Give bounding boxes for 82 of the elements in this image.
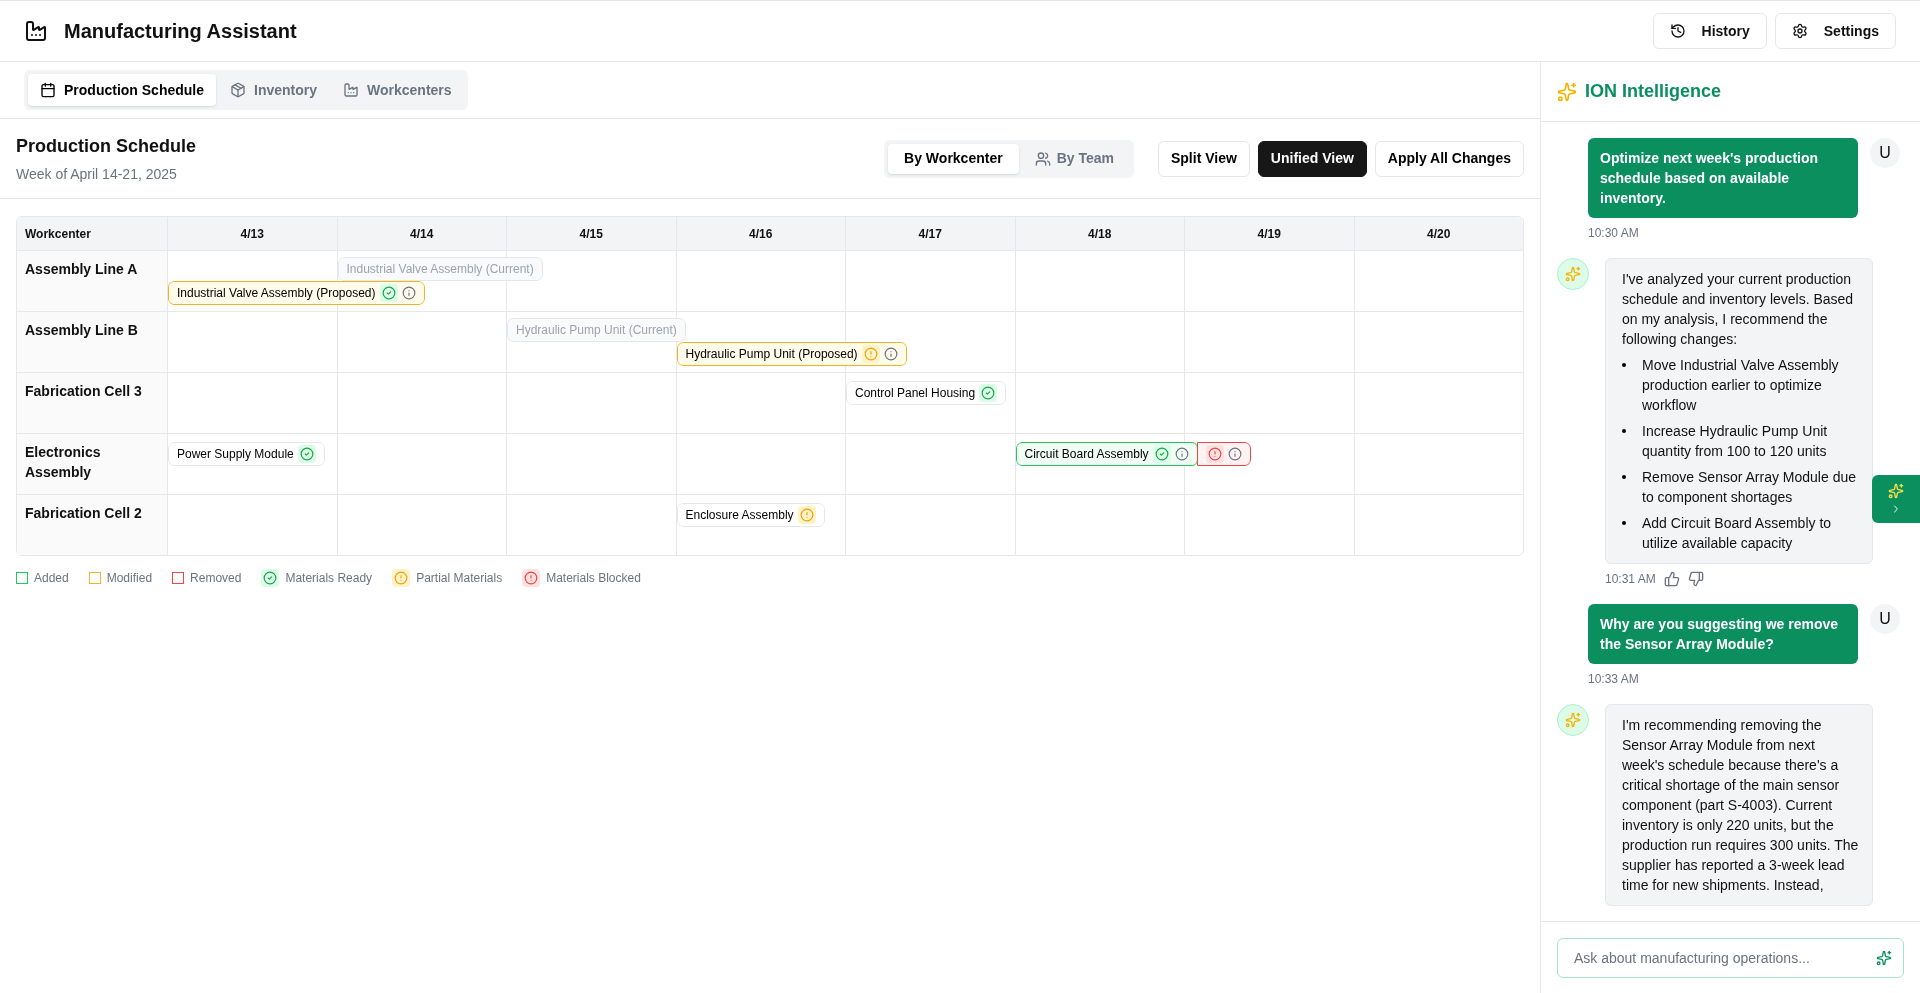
bar-label: Circuit Board Assembly (1024, 446, 1149, 463)
settings-button[interactable]: Settings (1774, 13, 1896, 49)
bar-label: Hydraulic Pump Unit (Current) (516, 322, 677, 339)
tab[interactable]: Workcenters (331, 74, 464, 106)
box-icon (230, 82, 246, 98)
thumbs-up-icon[interactable] (1663, 571, 1680, 587)
timestamp: 10:30 AM (1588, 225, 1640, 242)
section-subtitle: Week of April 14-21, 2025 (16, 164, 178, 184)
workcenter-cell: Assembly Line B (17, 312, 167, 372)
bullet-text: Add Circuit Board Assembly to utilize available capacity (1642, 514, 1833, 553)
user-message: Why are you suggesting we remove the Sensor Array Module? (1588, 604, 1858, 664)
column-header: 4/16 (675, 217, 845, 250)
sparkle-icon (1557, 81, 1577, 102)
bullet-icon (1622, 521, 1626, 525)
bullet-icon (1622, 363, 1626, 367)
bar-label: Industrial Valve Assembly (Current) (346, 261, 534, 278)
schedule-bar[interactable]: Control Panel Housing (846, 381, 1007, 405)
column-header: 4/15 (506, 217, 676, 250)
calendar-icon (40, 82, 56, 98)
bar-label: Industrial Valve Assembly (Proposed) (177, 285, 376, 302)
bullet-icon (1622, 475, 1626, 479)
app-title: Manufacturing Assistant (64, 19, 297, 44)
column-header: 4/20 (1353, 217, 1523, 250)
panel-title: ION Intelligence (1585, 80, 1722, 103)
workcenter-cell: Assembly Line A (17, 251, 167, 311)
assistant-avatar (1557, 704, 1589, 736)
toggle-option[interactable]: By Workcenter (888, 143, 1019, 174)
clock-icon (1669, 23, 1686, 39)
bar-label: Hydraulic Pump Unit (Proposed) (685, 346, 858, 363)
sparkle-icon (1876, 949, 1892, 966)
workcenter-cell: Fabrication Cell 3 (17, 373, 167, 433)
timestamp: 10:33 AM (1588, 671, 1640, 688)
column-header: 4/18 (1014, 217, 1184, 250)
tab[interactable]: Production Schedule (28, 74, 216, 106)
factory-icon (24, 19, 48, 43)
bullet-icon (1622, 429, 1626, 433)
schedule-bar[interactable] (1196, 442, 1251, 466)
user-avatar: U (1870, 138, 1900, 168)
factory-icon (343, 82, 360, 98)
column-header: 4/14 (336, 217, 506, 250)
sparkle-icon (1888, 483, 1904, 499)
user-message: Optimize next week's production schedule based on available inventory. (1588, 138, 1858, 218)
users-icon (1034, 150, 1051, 167)
bar-label: Power Supply Module (177, 446, 294, 463)
message-text: I've analyzed your current production schedule and inventory levels. Based on my analysis, I recommend the following changes: (1622, 270, 1855, 349)
column-header: Workcenter (24, 225, 92, 243)
column-header: 4/13 (167, 217, 337, 250)
legend-label: Materials Ready (285, 570, 373, 587)
legend-label: Modified (106, 570, 153, 587)
assistant-avatar (1557, 258, 1589, 290)
toggle-option[interactable]: By Team (1018, 143, 1130, 174)
view-button[interactable]: Split View (1157, 140, 1250, 177)
schedule-bar[interactable]: Circuit Board Assembly (1015, 442, 1198, 466)
view-button[interactable]: Apply All Changes (1374, 140, 1524, 177)
bullet-text: Increase Hydraulic Pump Unit quantity from 100 to 120 units (1642, 422, 1829, 461)
thumbs-down-icon[interactable] (1687, 571, 1704, 587)
bar-label: Control Panel Housing (855, 385, 976, 402)
history-button[interactable]: History (1652, 13, 1767, 49)
legend-label: Materials Blocked (546, 570, 641, 587)
schedule-bar[interactable]: Enclosure Assembly (676, 503, 825, 527)
workcenter-cell: Electronics Assembly (17, 434, 167, 494)
bullet-text: Remove Sensor Array Module due to component shortages (1642, 468, 1857, 507)
message-text: I'm recommending removing the Sensor Array Module from next week's schedule because there's a critical shortage of the main sensor component (part S-4003). Current inventory is only 220 units, but the production run requires 300 units. The supplier has reported a 3-week lead time for new shipments. Instead, (1622, 716, 1860, 895)
settings-icon (1791, 23, 1808, 39)
chat-input[interactable]: Ask about manufacturing operations... (1557, 937, 1904, 978)
bullet-text: Move Industrial Valve Assembly production earlier to optimize workflow (1642, 356, 1840, 415)
timestamp: 10:31 AM (1605, 571, 1656, 588)
schedule-bar[interactable]: Power Supply Module (168, 442, 325, 466)
workcenter-cell: Fabrication Cell 2 (17, 495, 167, 555)
user-avatar: U (1870, 604, 1900, 634)
legend-label: Removed (190, 570, 242, 587)
schedule-bar[interactable]: Industrial Valve Assembly (Proposed) (168, 281, 425, 305)
schedule-bar[interactable]: Hydraulic Pump Unit (Proposed) (676, 342, 907, 366)
section-title: Production Schedule (16, 134, 197, 158)
bar-label: Enclosure Assembly (685, 507, 794, 524)
legend-label: Partial Materials (416, 570, 503, 587)
legend-label: Added (34, 570, 69, 587)
assistant-toggle[interactable] (1872, 475, 1920, 523)
tab[interactable]: Inventory (218, 74, 330, 106)
view-button[interactable]: Unified View (1257, 140, 1367, 177)
column-header: 4/17 (845, 217, 1015, 250)
column-header: 4/19 (1184, 217, 1354, 250)
